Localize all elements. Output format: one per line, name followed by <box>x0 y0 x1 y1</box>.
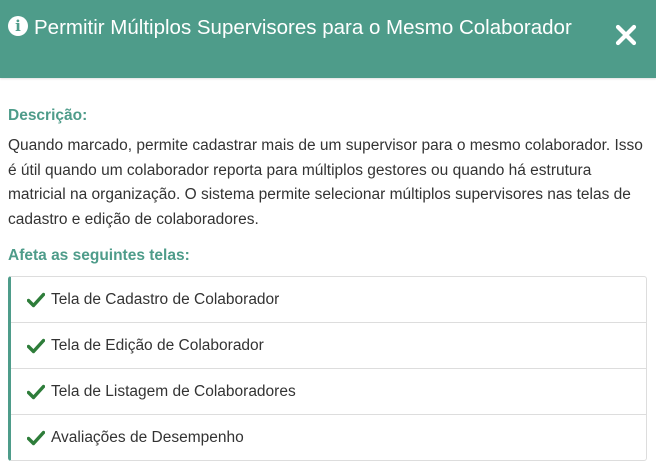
description-label: Descrição: <box>8 107 88 124</box>
screen-label: Avaliações de Desempenho <box>51 428 244 446</box>
check-icon <box>27 338 45 354</box>
list-item: Tela de Edição de Colaborador <box>11 323 646 369</box>
info-circle-icon: i <box>8 16 28 36</box>
close-button[interactable] <box>613 22 639 48</box>
list-item: Tela de Listagem de Colaboradores <box>11 369 646 415</box>
feature-info-modal: i Permitir Múltiplos Supervisores para o… <box>0 0 656 473</box>
screen-label: Tela de Cadastro de Colaborador <box>51 290 280 308</box>
list-item: Tela de Cadastro de Colaborador <box>11 277 646 323</box>
modal-header: i Permitir Múltiplos Supervisores para o… <box>0 0 656 78</box>
check-icon <box>27 430 45 446</box>
screen-label: Tela de Edição de Colaborador <box>51 336 264 354</box>
close-icon[interactable] <box>613 22 639 48</box>
affected-screens-label: Afeta as seguintes telas: <box>8 247 190 264</box>
check-icon <box>27 292 45 308</box>
screen-label: Tela de Listagem de Colaboradores <box>51 382 296 400</box>
list-item: Avaliações de Desempenho <box>11 415 646 460</box>
modal-title: Permitir Múltiplos Supervisores para o M… <box>34 16 572 39</box>
check-icon <box>27 384 45 400</box>
affected-screens-list: Tela de Cadastro de Colaborador Tela de … <box>8 276 647 461</box>
description-text: Quando marcado, permite cadastrar mais d… <box>8 137 643 228</box>
